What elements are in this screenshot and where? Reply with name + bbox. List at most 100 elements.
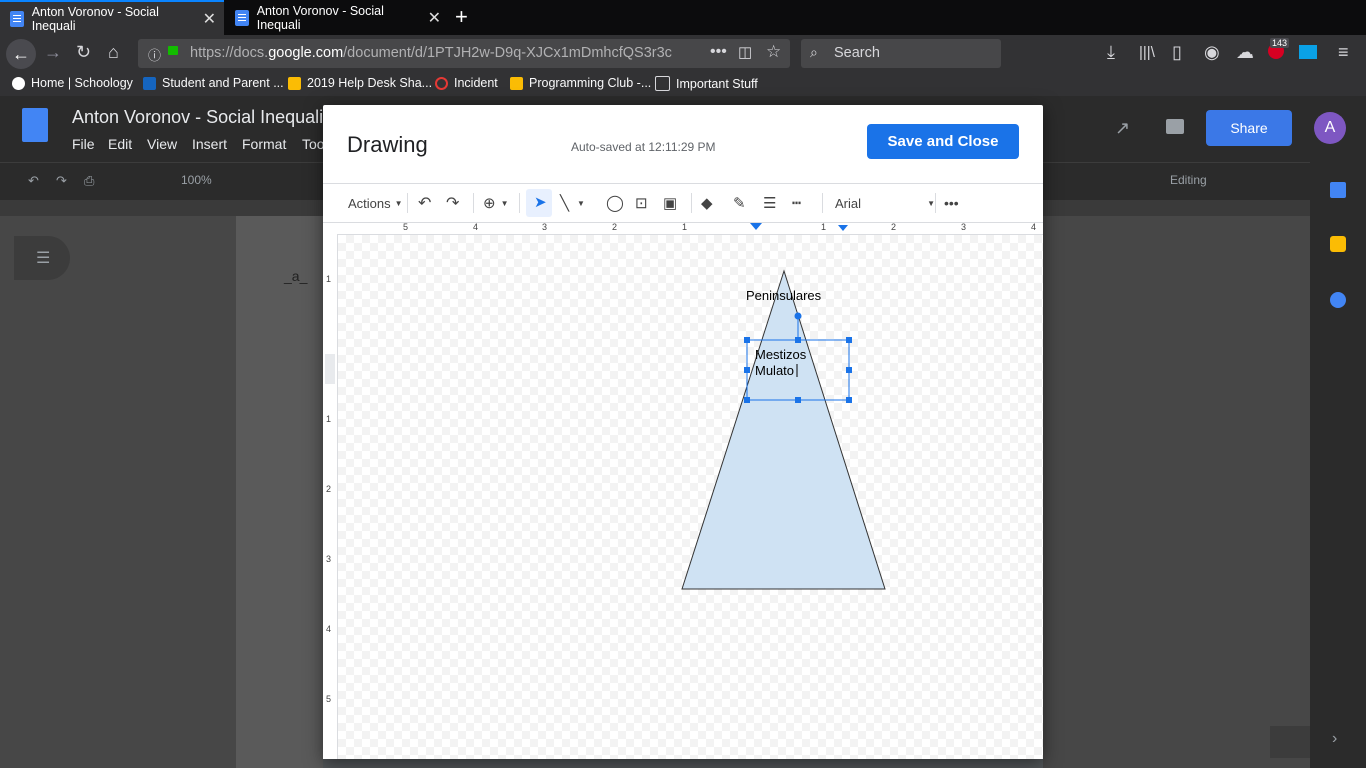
print-icon[interactable]: ⎙ <box>84 173 94 189</box>
shape-tool-icon[interactable]: ◯ <box>606 184 624 222</box>
undo-icon[interactable]: ↶ <box>28 173 39 189</box>
fill-color-icon[interactable]: ◆ <box>701 184 713 222</box>
outline-icon: ☰ <box>36 250 51 267</box>
image-tool-icon[interactable]: ▣ <box>663 184 677 222</box>
bookmarks-bar: Home | Schoology Student and Parent ... … <box>0 72 1366 96</box>
bookmark-programming-club[interactable]: Programming Club -... <box>510 76 651 90</box>
url-text[interactable]: https://docs.google.com/document/d/1PTJH… <box>190 45 680 61</box>
save-and-close-button[interactable]: Save and Close <box>867 124 1019 159</box>
resize-handle[interactable] <box>846 337 852 343</box>
keep-icon[interactable] <box>1330 236 1346 252</box>
editing-mode[interactable]: Editing <box>1170 173 1207 187</box>
redo-icon[interactable]: ↷ <box>56 173 67 189</box>
search-input[interactable]: Search <box>834 45 880 61</box>
close-tab-icon[interactable]: ✕ <box>428 8 441 28</box>
sidebar-icon[interactable]: ▯ <box>1172 42 1182 63</box>
calendar-icon[interactable] <box>1330 182 1346 198</box>
bookmark-star-icon[interactable]: ☆ <box>766 42 781 62</box>
border-color-icon[interactable]: ✎ <box>733 184 746 222</box>
bookmark-help-desk[interactable]: 2019 Help Desk Sha... <box>288 76 432 90</box>
border-weight-icon[interactable]: ☰ <box>763 184 776 222</box>
reload-icon[interactable]: ↻ <box>76 42 91 63</box>
close-tab-icon[interactable]: ✕ <box>203 9 216 29</box>
border-dash-icon[interactable]: ┅ <box>792 184 801 222</box>
resize-handle[interactable] <box>795 337 801 343</box>
drawing-canvas[interactable]: Peninsulares Mestizos Mulato <box>338 235 1043 759</box>
outline-button[interactable]: ☰ <box>14 236 70 280</box>
lock-icon[interactable] <box>168 46 178 55</box>
docs-favicon-icon <box>10 10 24 27</box>
rotate-handle[interactable] <box>794 312 802 320</box>
more-actions-icon[interactable]: ••• <box>710 43 727 61</box>
zoom-icon[interactable]: ⊕ ▼ <box>483 184 509 222</box>
menu-view[interactable]: View <box>147 136 177 152</box>
textbox-tool-icon[interactable]: ⊡ <box>635 184 648 222</box>
download-icon[interactable]: ⤓ <box>1107 42 1115 63</box>
search-bar[interactable]: ⌕ Search <box>801 39 1001 68</box>
bookmark-incident[interactable]: Incident <box>435 76 498 90</box>
info-icon[interactable]: ⓘ <box>148 45 161 64</box>
browser-tab-active[interactable]: Anton Voronov - Social Inequali ✕ <box>0 0 224 35</box>
extension-blue-icon[interactable] <box>1299 45 1317 59</box>
label-peninsulares[interactable]: Peninsulares <box>746 288 821 303</box>
canvas-shapes <box>681 269 886 590</box>
label-mestizos[interactable]: Mestizos <box>755 347 806 362</box>
dropdown-arrow-icon: ▼ <box>394 198 403 208</box>
save-close-label: Save and Close <box>887 133 999 150</box>
extension-icon[interactable]: ☁ <box>1236 42 1254 63</box>
resize-handle[interactable] <box>795 397 801 403</box>
library-icon[interactable]: |||\ <box>1139 44 1155 61</box>
docs-logo-icon[interactable] <box>22 108 48 142</box>
pyramid-triangle[interactable] <box>681 269 886 590</box>
pocket-icon[interactable]: ◫ <box>738 43 752 61</box>
left-indent-marker-icon[interactable] <box>750 223 762 230</box>
browser-tab[interactable]: Anton Voronov - Social Inequali ✕ <box>225 0 449 35</box>
divider <box>935 193 936 213</box>
select-tool-button[interactable]: ➤ <box>526 189 552 217</box>
bookmark-schoology[interactable]: Home | Schoology <box>12 76 133 90</box>
side-panel: › <box>1310 162 1366 768</box>
undo-icon[interactable]: ↶ <box>418 184 431 222</box>
new-tab-icon[interactable]: + <box>455 4 468 30</box>
right-indent-marker-icon[interactable] <box>838 225 848 231</box>
menu-format[interactable]: Format <box>242 136 286 152</box>
resize-handle[interactable] <box>846 367 852 373</box>
resize-handle[interactable] <box>846 397 852 403</box>
adblock-badge: 143 <box>1270 38 1290 48</box>
menu-icon[interactable]: ≡ <box>1338 42 1349 63</box>
cursor-icon: ➤ <box>534 194 547 211</box>
ruler-tick: 1 <box>326 274 332 284</box>
comments-icon[interactable] <box>1166 119 1184 134</box>
expand-icon[interactable]: › <box>1332 730 1337 748</box>
menu-edit[interactable]: Edit <box>108 136 132 152</box>
menu-tools[interactable]: Too <box>302 136 325 152</box>
activity-icon[interactable]: ↗ <box>1115 118 1130 139</box>
resize-handle[interactable] <box>744 367 750 373</box>
explore-button[interactable] <box>1270 726 1310 758</box>
account-icon[interactable]: ◉ <box>1204 42 1220 63</box>
menu-insert[interactable]: Insert <box>192 136 227 152</box>
vertical-ruler: 1 1 2 3 4 5 <box>323 234 338 759</box>
forward-icon[interactable]: → <box>44 42 62 63</box>
tasks-icon[interactable] <box>1330 292 1346 308</box>
zoom-select[interactable]: 100% <box>181 173 212 187</box>
ruler-tick: 3 <box>542 222 548 232</box>
line-tool-icon[interactable]: ╲ ▼ <box>560 184 585 222</box>
font-select[interactable]: Arial ▼ <box>835 184 935 222</box>
more-options-icon[interactable]: ••• <box>944 184 959 222</box>
menu-file[interactable]: File <box>72 136 95 152</box>
bookmark-student-parent[interactable]: Student and Parent ... <box>143 76 284 90</box>
url-bar[interactable]: ⓘ https://docs.google.com/document/d/1PT… <box>138 39 790 68</box>
redo-icon[interactable]: ↷ <box>446 184 459 222</box>
actions-menu[interactable]: Actions ▼ <box>348 184 403 222</box>
back-icon[interactable]: ← <box>6 39 36 69</box>
label-mulato[interactable]: Mulato <box>755 363 794 378</box>
share-button[interactable]: Share <box>1206 110 1292 146</box>
home-icon[interactable]: ⌂ <box>108 42 119 63</box>
vertical-margin-marker <box>325 354 335 384</box>
bookmark-folder-important[interactable]: Important Stuff <box>655 76 758 91</box>
resize-handle[interactable] <box>744 337 750 343</box>
avatar[interactable]: A <box>1314 112 1346 144</box>
resize-handle[interactable] <box>744 397 750 403</box>
document-title[interactable]: Anton Voronov - Social Inequali <box>72 107 323 128</box>
